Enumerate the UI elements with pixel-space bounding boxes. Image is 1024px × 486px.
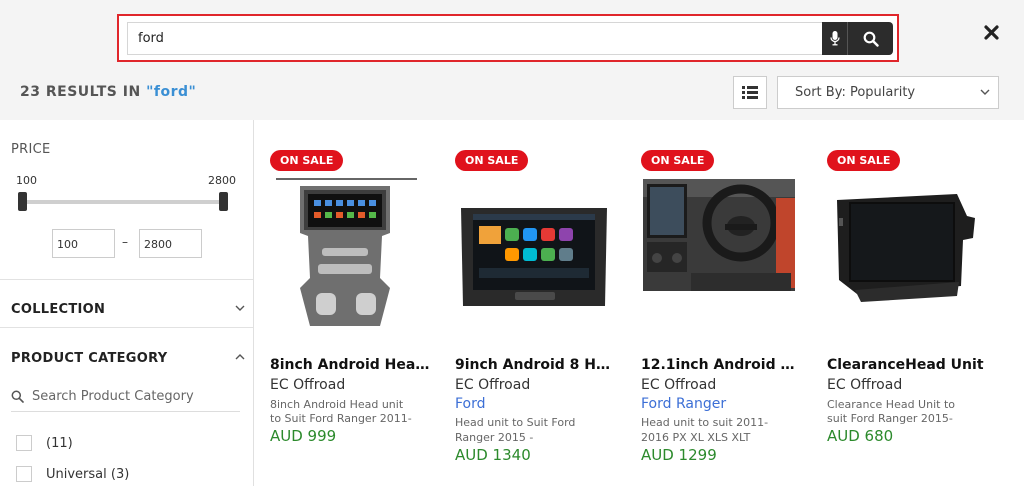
product-description-line: 2016 PX XL XLS XLT (641, 431, 751, 444)
search-header: 23 RESULTS IN "ford" Sort By: Popularity (0, 0, 1024, 120)
product-price: AUD 1340 (455, 446, 531, 464)
product-image[interactable] (827, 178, 987, 330)
sort-select[interactable]: Sort By: Popularity (777, 76, 999, 109)
close-search-button[interactable] (979, 20, 1003, 44)
close-icon (983, 24, 999, 40)
list-view-button[interactable] (733, 76, 767, 109)
product-card[interactable]: ON SALE 8inch Android Head unit EC Offro… (270, 140, 430, 486)
product-card[interactable]: ON SALE ClearanceHead Unit EC Offroad Cl… (827, 140, 987, 486)
checkbox[interactable] (16, 466, 32, 482)
voice-search-button[interactable] (822, 22, 848, 55)
search-button[interactable] (848, 22, 893, 55)
sale-badge: ON SALE (270, 150, 344, 171)
product-card[interactable]: ON SALE 9inch Android 8 Head unit EC Off… (455, 140, 615, 486)
price-slider-min-label: 100 (16, 174, 37, 187)
category-search-input[interactable]: Search Product Category (11, 388, 240, 412)
product-card[interactable]: ON SALE 12.1inch Android GPS EC Offroad … (641, 140, 801, 486)
product-category-filter-title[interactable]: PRODUCT CATEGORY (11, 351, 167, 366)
product-vendor: EC Offroad (270, 377, 346, 393)
category-option-label: Universal (3) (46, 466, 130, 482)
chevron-down-icon[interactable] (235, 303, 245, 313)
search-icon (11, 390, 24, 403)
product-description-line: Ranger 2015 - (455, 431, 534, 444)
product-description-line: suit Ford Ranger 2015- (827, 412, 953, 425)
microphone-icon (829, 31, 840, 46)
product-price: AUD 999 (270, 427, 337, 445)
price-slider-max-handle[interactable] (219, 192, 228, 211)
product-image[interactable] (270, 178, 430, 330)
chevron-down-icon (980, 89, 990, 95)
product-description-line: Clearance Head Unit to (827, 398, 955, 411)
list-view-icon (742, 86, 758, 99)
price-max-input[interactable]: 2800 (139, 229, 202, 258)
category-option[interactable]: Universal (3) (16, 465, 129, 483)
product-name[interactable]: ClearanceHead Unit (827, 357, 987, 373)
category-search-placeholder: Search Product Category (32, 389, 194, 404)
product-image[interactable] (455, 178, 615, 330)
search-icon (863, 31, 879, 47)
price-filter-title: PRICE (11, 142, 51, 157)
sale-badge: ON SALE (641, 150, 715, 171)
product-name[interactable]: 8inch Android Head unit (270, 357, 430, 373)
product-description-line: 8inch Android Head unit (270, 398, 404, 411)
filter-sidebar: PRICE 100 2800 100 – 2800 COLLECTION PRO… (0, 120, 254, 486)
price-min-input[interactable]: 100 (52, 229, 115, 258)
price-slider-max-label: 2800 (208, 174, 236, 187)
chevron-up-icon[interactable] (235, 352, 245, 362)
product-tag[interactable]: Ford Ranger (641, 396, 726, 412)
category-option-label: (11) (46, 435, 73, 451)
product-description-line: to Suit Ford Ranger 2011- (270, 412, 412, 425)
price-slider-min-handle[interactable] (18, 192, 27, 211)
product-vendor: EC Offroad (827, 377, 903, 393)
product-name[interactable]: 9inch Android 8 Head unit (455, 357, 615, 373)
price-slider-track[interactable] (22, 200, 224, 204)
divider (0, 279, 253, 280)
sort-label: Sort By: Popularity (795, 85, 916, 100)
product-description-line: Head unit to Suit Ford (455, 416, 576, 429)
sale-badge: ON SALE (455, 150, 529, 171)
product-vendor: EC Offroad (455, 377, 531, 393)
product-image[interactable] (641, 178, 801, 330)
search-bar (117, 14, 899, 62)
product-tag[interactable]: Ford (455, 396, 486, 412)
price-range-dash: – (122, 235, 128, 249)
product-vendor: EC Offroad (641, 377, 717, 393)
collection-filter-title[interactable]: COLLECTION (11, 302, 105, 317)
search-input[interactable] (127, 22, 823, 55)
product-price: AUD 680 (827, 427, 894, 445)
product-description-line: Head unit to suit 2011- (641, 416, 769, 429)
results-count: 23 RESULTS IN "ford" (20, 84, 196, 100)
results-query: "ford" (146, 84, 197, 100)
checkbox[interactable] (16, 435, 32, 451)
category-option[interactable]: (11) (16, 434, 73, 452)
product-price: AUD 1299 (641, 446, 717, 464)
sale-badge: ON SALE (827, 150, 901, 171)
search-actions (822, 22, 893, 55)
product-name[interactable]: 12.1inch Android GPS (641, 357, 801, 373)
results-count-text: 23 RESULTS IN (20, 84, 141, 100)
divider (0, 327, 253, 328)
